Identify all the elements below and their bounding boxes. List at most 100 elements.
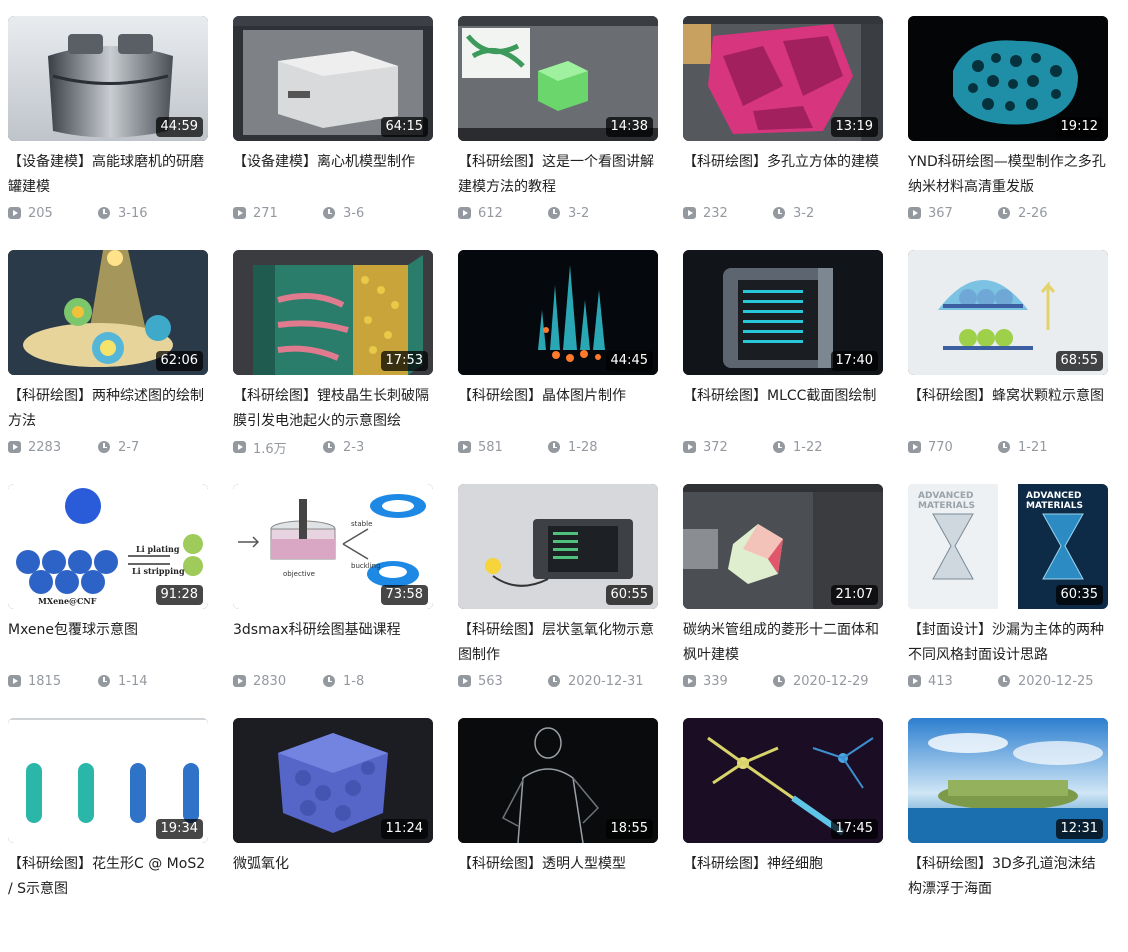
video-thumbnail[interactable]: 18:55 bbox=[458, 718, 658, 843]
play-count-icon bbox=[458, 441, 471, 453]
duration-badge: 12:31 bbox=[1055, 819, 1103, 839]
video-title[interactable]: 【科研绘图】透明人型模型 bbox=[458, 852, 658, 902]
video-title[interactable]: 【科研绘图】晶体图片制作 bbox=[458, 384, 658, 434]
video-title[interactable]: 【科研绘图】多孔立方体的建模 bbox=[683, 150, 883, 200]
play-count: 1.6万 bbox=[253, 441, 287, 457]
video-card[interactable]: 11:24 微弧氧化 bbox=[233, 718, 433, 952]
clock-icon bbox=[998, 675, 1010, 687]
video-meta: 339 2020-12-29 bbox=[683, 670, 883, 692]
video-title[interactable]: 【科研绘图】层状氢氧化物示意图制作 bbox=[458, 618, 658, 668]
video-card[interactable]: Li plating Li stripping MXene@CNF 91:28 … bbox=[8, 484, 208, 718]
video-card[interactable]: 17:45 【科研绘图】神经细胞 bbox=[683, 718, 883, 952]
video-card[interactable]: 60:55 【科研绘图】层状氢氧化物示意图制作 563 2020-12-31 bbox=[458, 484, 658, 718]
video-thumbnail[interactable]: 17:45 bbox=[683, 718, 883, 843]
video-card[interactable]: 17:53 【科研绘图】锂枝晶生长刺破隔膜引发电池起火的示意图绘 1.6万 2-… bbox=[233, 250, 433, 484]
video-meta: 205 3-16 bbox=[8, 202, 208, 224]
upload-date: 3-2 bbox=[568, 205, 590, 221]
video-card[interactable]: 12:31 【科研绘图】3D多孔道泡沫结构漂浮于海面 bbox=[908, 718, 1108, 952]
clock-icon bbox=[98, 675, 110, 687]
clock-icon bbox=[98, 207, 110, 219]
duration-badge: 11:24 bbox=[380, 819, 428, 839]
video-thumbnail[interactable]: 44:45 bbox=[458, 250, 658, 375]
duration-badge: 62:06 bbox=[155, 351, 203, 371]
video-thumbnail[interactable]: 19:34 bbox=[8, 718, 208, 843]
video-title[interactable]: 微弧氧化 bbox=[233, 852, 433, 902]
video-meta: 271 3-6 bbox=[233, 202, 433, 224]
video-title[interactable]: 【科研绘图】3D多孔道泡沫结构漂浮于海面 bbox=[908, 852, 1108, 902]
video-title[interactable]: 【科研绘图】花生形C @ MoS2 / S示意图 bbox=[8, 852, 208, 902]
duration-badge: 21:07 bbox=[830, 585, 878, 605]
video-card[interactable]: 44:59 【设备建模】高能球磨机的研磨罐建模 205 3-16 bbox=[8, 16, 208, 250]
video-title[interactable]: Mxene包覆球示意图 bbox=[8, 618, 208, 668]
video-title[interactable]: 【科研绘图】神经细胞 bbox=[683, 852, 883, 902]
video-card[interactable]: 64:15 【设备建模】离心机模型制作 271 3-6 bbox=[233, 16, 433, 250]
video-title[interactable]: 【科研绘图】这是一个看图讲解建模方法的教程 bbox=[458, 150, 658, 200]
video-title[interactable]: 【设备建模】高能球磨机的研磨罐建模 bbox=[8, 150, 208, 200]
video-thumbnail[interactable]: 13:19 bbox=[683, 16, 883, 141]
video-thumbnail[interactable]: 44:59 bbox=[8, 16, 208, 141]
play-count: 372 bbox=[703, 439, 728, 455]
video-meta: 1815 1-14 bbox=[8, 670, 208, 692]
video-title[interactable]: 碳纳米管组成的菱形十二面体和枫叶建模 bbox=[683, 618, 883, 668]
duration-badge: 18:55 bbox=[605, 819, 653, 839]
thumb-label: Li stripping bbox=[132, 566, 185, 576]
play-count-icon bbox=[458, 675, 471, 687]
video-title[interactable]: 【科研绘图】两种综述图的绘制方法 bbox=[8, 384, 208, 434]
video-thumbnail[interactable]: Li plating Li stripping MXene@CNF 91:28 bbox=[8, 484, 208, 609]
video-meta: 563 2020-12-31 bbox=[458, 670, 658, 692]
video-card[interactable]: 44:45 【科研绘图】晶体图片制作 581 1-28 bbox=[458, 250, 658, 484]
video-thumbnail[interactable]: 11:24 bbox=[233, 718, 433, 843]
video-thumbnail[interactable]: 19:12 bbox=[908, 16, 1108, 141]
video-thumbnail[interactable]: 62:06 bbox=[8, 250, 208, 375]
video-title[interactable]: 【科研绘图】蜂窝状颗粒示意图 bbox=[908, 384, 1108, 434]
video-card[interactable]: ADVANCED MATERIALS ADVANCED MATERIALS 60… bbox=[908, 484, 1108, 718]
video-thumbnail[interactable]: 17:53 bbox=[233, 250, 433, 375]
video-thumbnail[interactable]: 17:40 bbox=[683, 250, 883, 375]
video-thumbnail[interactable]: 68:55 bbox=[908, 250, 1108, 375]
play-count-icon bbox=[233, 675, 246, 687]
video-title[interactable]: YND科研绘图—模型制作之多孔纳米材料高清重发版 bbox=[908, 150, 1108, 200]
duration-badge: 44:45 bbox=[605, 351, 653, 371]
upload-date: 2-7 bbox=[118, 439, 140, 455]
play-count-icon bbox=[908, 675, 921, 687]
play-count-icon bbox=[908, 441, 921, 453]
video-card[interactable]: 18:55 【科研绘图】透明人型模型 bbox=[458, 718, 658, 952]
thumb-label: stable bbox=[351, 520, 372, 528]
duration-badge: 73:58 bbox=[380, 585, 428, 605]
play-count-icon bbox=[8, 207, 21, 219]
video-card[interactable]: 17:40 【科研绘图】MLCC截面图绘制 372 1-22 bbox=[683, 250, 883, 484]
play-count: 1815 bbox=[28, 673, 62, 689]
upload-date: 2020-12-29 bbox=[793, 673, 869, 689]
clock-icon bbox=[773, 441, 785, 453]
play-count: 770 bbox=[928, 439, 953, 455]
video-card[interactable]: 13:19 【科研绘图】多孔立方体的建模 232 3-2 bbox=[683, 16, 883, 250]
upload-date: 2020-12-31 bbox=[568, 673, 644, 689]
video-title[interactable]: 【科研绘图】MLCC截面图绘制 bbox=[683, 384, 883, 434]
video-meta: 372 1-22 bbox=[683, 436, 883, 458]
video-title[interactable]: 【科研绘图】锂枝晶生长刺破隔膜引发电池起火的示意图绘 bbox=[233, 384, 433, 434]
video-thumbnail[interactable]: ADVANCED MATERIALS ADVANCED MATERIALS 60… bbox=[908, 484, 1108, 609]
duration-badge: 13:19 bbox=[830, 117, 878, 137]
video-meta: 581 1-28 bbox=[458, 436, 658, 458]
play-count: 413 bbox=[928, 673, 953, 689]
duration-badge: 19:12 bbox=[1055, 117, 1103, 137]
video-card[interactable]: 14:38 【科研绘图】这是一个看图讲解建模方法的教程 612 3-2 bbox=[458, 16, 658, 250]
video-card[interactable]: 21:07 碳纳米管组成的菱形十二面体和枫叶建模 339 2020-12-29 bbox=[683, 484, 883, 718]
play-count-icon bbox=[8, 441, 21, 453]
video-card[interactable]: 68:55 【科研绘图】蜂窝状颗粒示意图 770 1-21 bbox=[908, 250, 1108, 484]
video-title[interactable]: 【设备建模】离心机模型制作 bbox=[233, 150, 433, 200]
video-title[interactable]: 3dsmax科研绘图基础课程 bbox=[233, 618, 433, 668]
video-thumbnail[interactable]: 60:55 bbox=[458, 484, 658, 609]
duration-badge: 19:34 bbox=[155, 819, 203, 839]
video-thumbnail[interactable]: 12:31 bbox=[908, 718, 1108, 843]
video-thumbnail[interactable]: 14:38 bbox=[458, 16, 658, 141]
video-title[interactable]: 【封面设计】沙漏为主体的两种不同风格封面设计思路 bbox=[908, 618, 1108, 668]
video-thumbnail[interactable]: 21:07 bbox=[683, 484, 883, 609]
video-card[interactable]: 19:12 YND科研绘图—模型制作之多孔纳米材料高清重发版 367 2-26 bbox=[908, 16, 1108, 250]
video-thumbnail[interactable]: 64:15 bbox=[233, 16, 433, 141]
video-card[interactable]: 62:06 【科研绘图】两种综述图的绘制方法 2283 2-7 bbox=[8, 250, 208, 484]
video-card[interactable]: 19:34 【科研绘图】花生形C @ MoS2 / S示意图 bbox=[8, 718, 208, 952]
video-card[interactable]: stable buckling objective 73:58 3dsmax科研… bbox=[233, 484, 433, 718]
upload-date: 1-21 bbox=[1018, 439, 1048, 455]
video-thumbnail[interactable]: stable buckling objective 73:58 bbox=[233, 484, 433, 609]
